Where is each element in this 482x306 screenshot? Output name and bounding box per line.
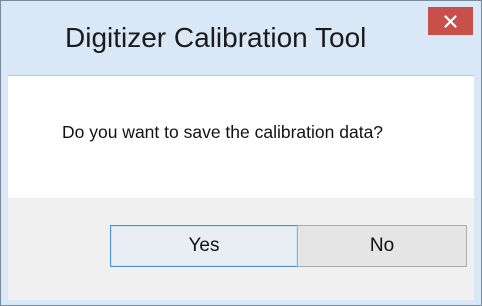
no-button[interactable]: No (297, 225, 467, 267)
yes-button[interactable]: Yes (110, 225, 298, 267)
button-bar: Yes No (8, 198, 474, 300)
dialog-message: Do you want to save the calibration data… (62, 122, 384, 142)
dialog-content: Do you want to save the calibration data… (8, 75, 474, 300)
close-button[interactable] (428, 7, 473, 35)
title-bar[interactable]: Digitizer Calibration Tool (1, 1, 481, 75)
close-icon (444, 14, 457, 28)
yes-button-label: Yes (188, 235, 220, 256)
dialog-title: Digitizer Calibration Tool (65, 22, 367, 53)
no-button-label: No (369, 235, 395, 256)
dialog-window: Digitizer Calibration Tool Do you want t… (0, 0, 482, 306)
